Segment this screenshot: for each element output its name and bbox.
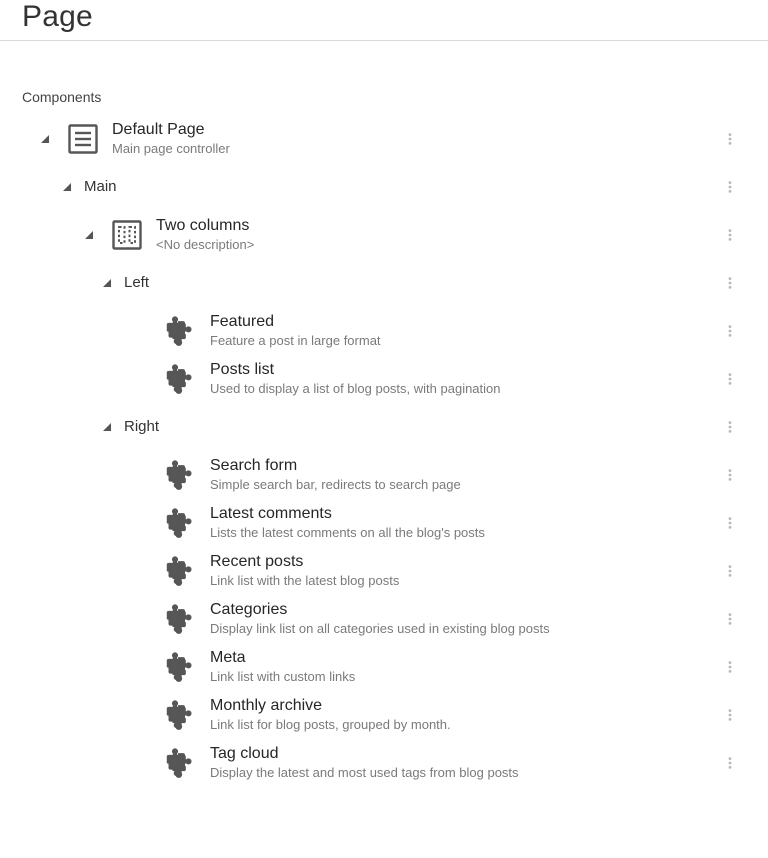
- tree-node-two-columns[interactable]: Two columns <No description>: [22, 211, 746, 259]
- puzzle-piece-icon: [158, 554, 204, 588]
- more-actions-icon[interactable]: [714, 228, 746, 242]
- tree-node-component[interactable]: Posts list Used to display a list of blo…: [22, 355, 746, 403]
- node-title: Meta: [210, 648, 714, 667]
- columns-icon: [104, 219, 150, 251]
- node-description: Main page controller: [112, 141, 714, 157]
- node-title: Tag cloud: [210, 744, 714, 763]
- node-description: Display link list on all categories used…: [210, 621, 714, 637]
- more-actions-icon[interactable]: [714, 516, 746, 530]
- node-title: Latest comments: [210, 504, 714, 523]
- expand-toggle-icon[interactable]: [58, 182, 76, 192]
- page-icon: [60, 123, 106, 155]
- more-actions-icon[interactable]: [714, 132, 746, 146]
- tree-node-component[interactable]: Featured Feature a post in large format: [22, 307, 746, 355]
- expand-toggle-icon[interactable]: [36, 134, 54, 144]
- page-title: Page: [22, 0, 746, 34]
- tree-node-main[interactable]: Main: [22, 163, 746, 211]
- more-actions-icon[interactable]: [714, 756, 746, 770]
- more-actions-icon[interactable]: [714, 708, 746, 722]
- more-actions-icon[interactable]: [714, 372, 746, 386]
- more-actions-icon[interactable]: [714, 468, 746, 482]
- puzzle-piece-icon: [158, 458, 204, 492]
- components-heading: Components: [0, 41, 768, 115]
- node-description: Display the latest and most used tags fr…: [210, 765, 714, 781]
- node-description: Simple search bar, redirects to search p…: [210, 477, 714, 493]
- node-title: Left: [124, 274, 714, 292]
- expand-toggle-icon[interactable]: [98, 422, 116, 432]
- node-description: Link list for blog posts, grouped by mon…: [210, 717, 714, 733]
- node-description: Link list with custom links: [210, 669, 714, 685]
- more-actions-icon[interactable]: [714, 612, 746, 626]
- puzzle-piece-icon: [158, 602, 204, 636]
- more-actions-icon[interactable]: [714, 324, 746, 338]
- expand-toggle-icon[interactable]: [98, 278, 116, 288]
- puzzle-piece-icon: [158, 314, 204, 348]
- node-title: Search form: [210, 456, 714, 475]
- puzzle-piece-icon: [158, 362, 204, 396]
- more-actions-icon[interactable]: [714, 564, 746, 578]
- puzzle-piece-icon: [158, 506, 204, 540]
- tree-node-component[interactable]: Search form Simple search bar, redirects…: [22, 451, 746, 499]
- node-title: Recent posts: [210, 552, 714, 571]
- node-description: Link list with the latest blog posts: [210, 573, 714, 589]
- tree-node-default-page[interactable]: Default Page Main page controller: [22, 115, 746, 163]
- node-title: Right: [124, 418, 714, 436]
- more-actions-icon[interactable]: [714, 660, 746, 674]
- node-description: <No description>: [156, 237, 714, 253]
- node-title: Main: [84, 178, 714, 196]
- more-actions-icon[interactable]: [714, 180, 746, 194]
- node-title: Posts list: [210, 360, 714, 379]
- node-title: Featured: [210, 312, 714, 331]
- tree-node-component[interactable]: Categories Display link list on all cate…: [22, 595, 746, 643]
- components-tree: Default Page Main page controller Main T…: [0, 115, 768, 811]
- tree-node-component[interactable]: Meta Link list with custom links: [22, 643, 746, 691]
- more-actions-icon[interactable]: [714, 420, 746, 434]
- puzzle-piece-icon: [158, 746, 204, 780]
- node-description: Lists the latest comments on all the blo…: [210, 525, 714, 541]
- node-description: Feature a post in large format: [210, 333, 714, 349]
- node-description: Used to display a list of blog posts, wi…: [210, 381, 714, 397]
- tree-node-component[interactable]: Monthly archive Link list for blog posts…: [22, 691, 746, 739]
- puzzle-piece-icon: [158, 650, 204, 684]
- tree-node-component[interactable]: Latest comments Lists the latest comment…: [22, 499, 746, 547]
- tree-node-right[interactable]: Right: [22, 403, 746, 451]
- tree-node-component[interactable]: Recent posts Link list with the latest b…: [22, 547, 746, 595]
- tree-node-component[interactable]: Tag cloud Display the latest and most us…: [22, 739, 746, 787]
- node-title: Categories: [210, 600, 714, 619]
- node-title: Two columns: [156, 216, 714, 235]
- puzzle-piece-icon: [158, 698, 204, 732]
- node-title: Default Page: [112, 120, 714, 139]
- expand-toggle-icon[interactable]: [80, 230, 98, 240]
- node-title: Monthly archive: [210, 696, 714, 715]
- more-actions-icon[interactable]: [714, 276, 746, 290]
- tree-node-left[interactable]: Left: [22, 259, 746, 307]
